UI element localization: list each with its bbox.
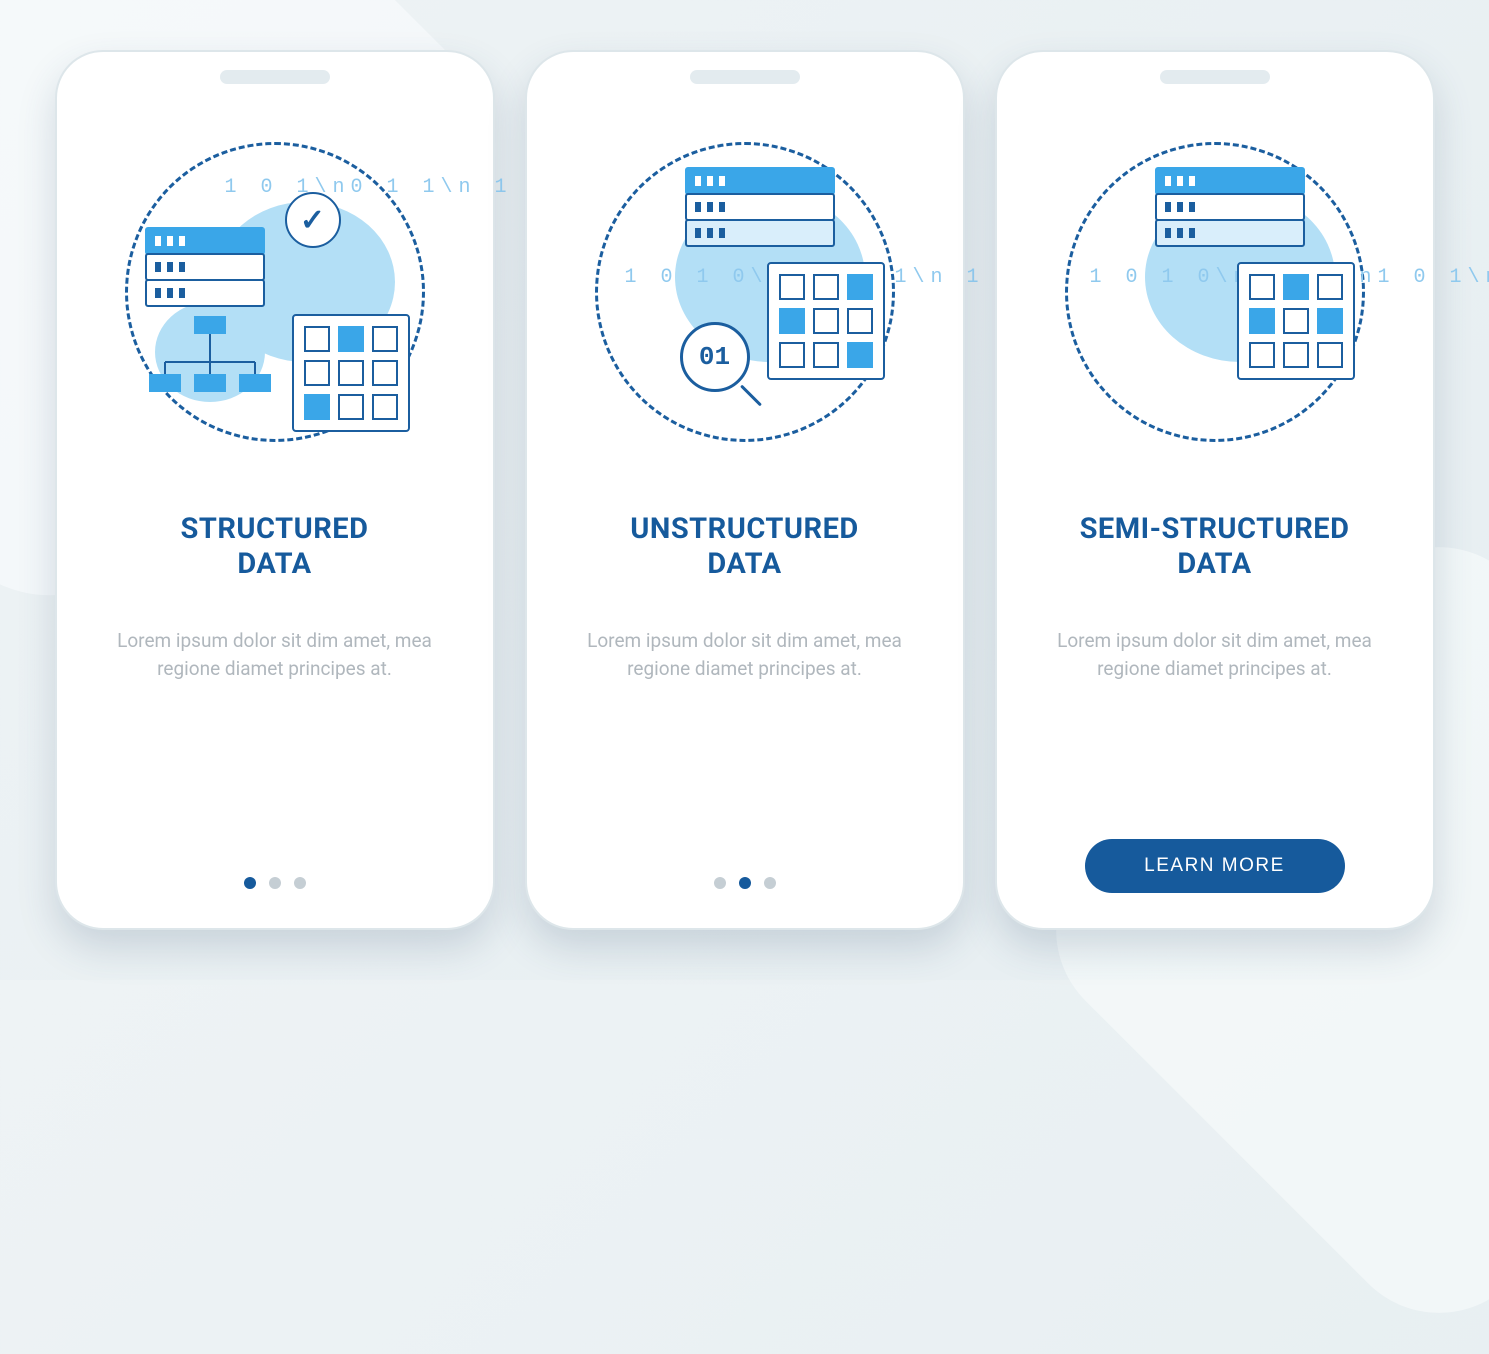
screen-description: Lorem ipsum dolor sit dim amet, mea regi… — [1055, 627, 1375, 684]
page-dot[interactable] — [764, 877, 776, 889]
screen-description: Lorem ipsum dolor sit dim amet, mea regi… — [585, 627, 905, 684]
page-dot[interactable] — [269, 877, 281, 889]
semi-structured-data-icon: 1 0 1 0\n0 1 1\n1 0 1\n0 1\n1 0 1 0 — [1055, 132, 1375, 452]
screen-description: Lorem ipsum dolor sit dim amet, mea regi… — [115, 627, 435, 684]
page-dot[interactable] — [739, 877, 751, 889]
phone-mockup-3: 1 0 1 0\n0 1 1\n1 0 1\n0 1\n1 0 1 0 SEMI… — [995, 50, 1435, 930]
page-indicator — [244, 877, 306, 889]
phone-mockup-2: 1 0 1 0\n0 1 1\n 1 0 1\n0 1 1\n1 0 1 0 0… — [525, 50, 965, 930]
page-dot[interactable] — [714, 877, 726, 889]
page-indicator — [714, 877, 776, 889]
structured-data-icon: 1 0 1\n0 1 1\n 1 0\n1 1\n0 1 0 ✓ — [115, 132, 435, 452]
screen-title: STRUCTURED DATA — [181, 512, 369, 582]
phone-mockup-1: 1 0 1\n0 1 1\n 1 0\n1 1\n0 1 0 ✓ STRUCTU… — [55, 50, 495, 930]
learn-more-button[interactable]: LEARN MORE — [1085, 839, 1345, 893]
screen-title: UNSTRUCTURED DATA — [630, 512, 858, 582]
onboarding-stage: 1 0 1\n0 1 1\n 1 0\n1 1\n0 1 0 ✓ STRUCTU… — [0, 0, 1489, 980]
screen-title: SEMI-STRUCTURED DATA — [1080, 512, 1350, 582]
page-dot[interactable] — [244, 877, 256, 889]
page-dot[interactable] — [294, 877, 306, 889]
unstructured-data-icon: 1 0 1 0\n0 1 1\n 1 0 1\n0 1 1\n1 0 1 0 0… — [585, 132, 905, 452]
